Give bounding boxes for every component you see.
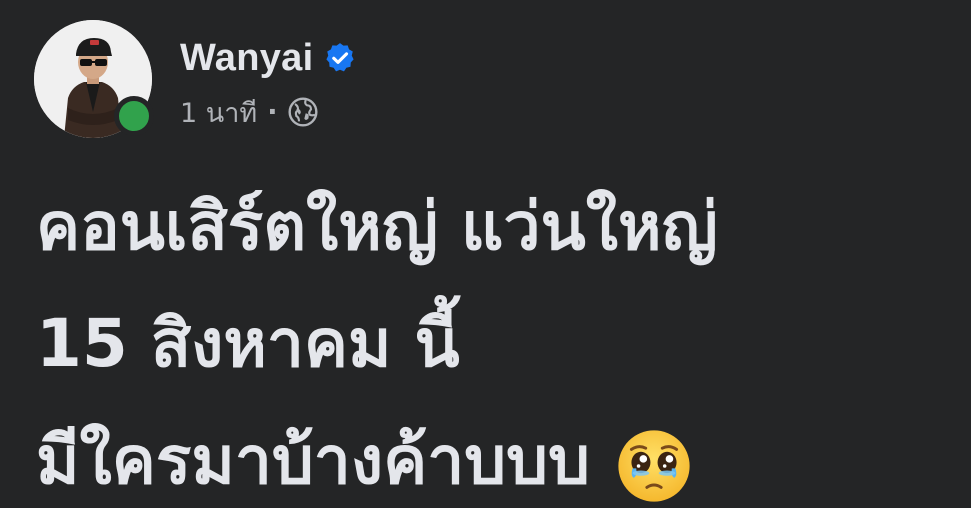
online-status-indicator xyxy=(114,96,154,136)
author-avatar[interactable] xyxy=(34,20,154,138)
author-name[interactable]: Wanyai xyxy=(180,37,313,80)
post-text-line-1: คอนเสิร์ตใหญ่ แว่นใหญ่ xyxy=(36,188,718,265)
post-text-line-3: มีใครมาบ้างค้าบบบ xyxy=(36,422,590,499)
pleading-face-emoji-icon xyxy=(616,423,692,502)
verified-badge-icon xyxy=(323,41,357,75)
post-subinfo: 1 นาที · xyxy=(180,94,357,130)
author-row: Wanyai xyxy=(180,36,357,80)
post-text-line: คอนเสิร์ตใหญ่ แว่นใหญ่ xyxy=(36,168,956,285)
post-timestamp[interactable]: 1 นาที xyxy=(180,91,257,134)
post-text-line: มีใครมาบ้างค้าบบบ xyxy=(36,402,956,508)
post-text-line: 15 สิงหาคม นี้ xyxy=(36,285,956,402)
post-meta: Wanyai 1 นาที · xyxy=(180,20,357,130)
separator-dot: · xyxy=(267,96,278,128)
post-text-line-2: 15 สิงหาคม นี้ xyxy=(36,305,460,382)
post-header: Wanyai 1 นาที · xyxy=(34,20,357,142)
post-body: คอนเสิร์ตใหญ่ แว่นใหญ่ 15 สิงหาคม นี้ มี… xyxy=(36,168,956,508)
globe-icon[interactable] xyxy=(287,96,319,128)
facebook-post: Wanyai 1 นาที · คอนเสิร์ตใหญ่ แว่นใหญ่ 1… xyxy=(0,0,971,508)
